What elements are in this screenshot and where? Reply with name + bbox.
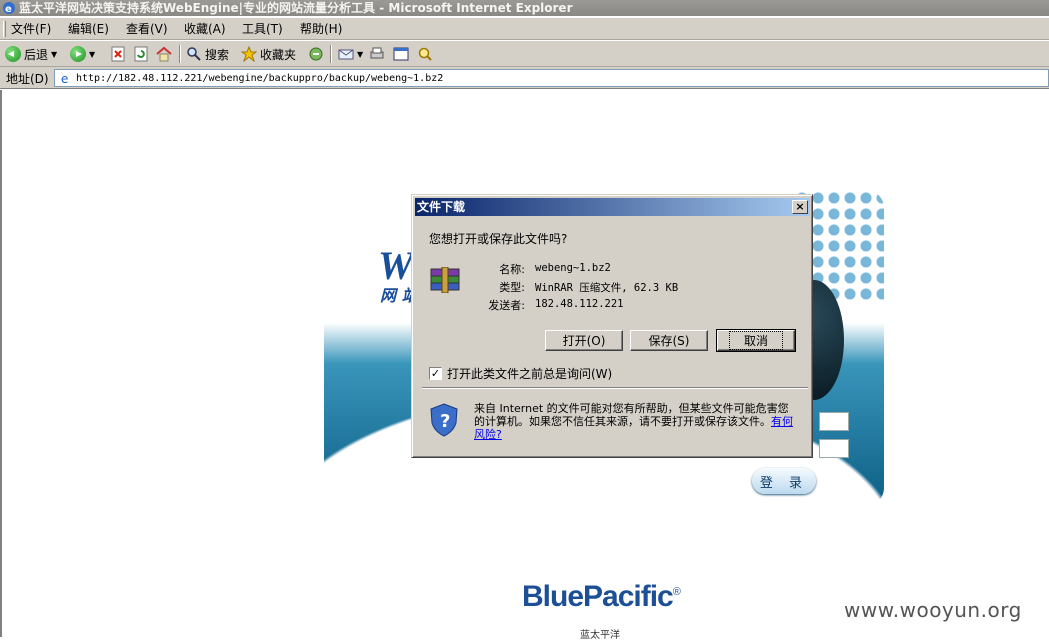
media-icon	[309, 47, 323, 61]
dialog-title-bar: 文件下载 ×	[415, 198, 810, 216]
menu-favorites[interactable]: 收藏(A)	[184, 22, 226, 36]
field-sender-value: 182.48.112.221	[535, 298, 624, 310]
svg-text:e: e	[5, 4, 12, 15]
menu-grip	[3, 21, 6, 37]
home-icon	[156, 46, 172, 62]
star-icon	[241, 46, 257, 62]
back-dropdown-icon[interactable]: ▼	[51, 50, 57, 59]
toolbar-separator	[330, 45, 332, 63]
printer-icon	[370, 47, 384, 59]
media-button[interactable]	[308, 44, 324, 64]
search-icon	[187, 47, 201, 61]
save-label: 保存(S)	[648, 334, 690, 348]
forward-dropdown-icon[interactable]: ▼	[89, 50, 95, 59]
address-label: 地址(D)	[6, 72, 49, 86]
username-input[interactable]	[819, 412, 849, 431]
dialog-title: 文件下载	[417, 200, 466, 214]
search-label: 搜索	[205, 47, 230, 62]
stop-button[interactable]	[110, 44, 126, 64]
favorites-label: 收藏夹	[260, 47, 297, 62]
field-sender-label: 发送者:	[488, 299, 525, 312]
file-download-dialog: 文件下载 × 您想打开或保存此文件吗? 名称: webeng~1.bz2 类型:…	[411, 194, 813, 458]
warning-text: 来自 Internet 的文件可能对您有所帮助，但某些文件可能危害您的计算机。如…	[474, 402, 789, 428]
svg-text:?: ?	[440, 411, 450, 432]
cancel-label: 取消	[728, 331, 783, 350]
back-button[interactable]: 后退 ▼	[5, 44, 57, 64]
mail-button[interactable]: ▼	[338, 44, 363, 64]
logo-subtitle: 蓝太平洋	[580, 630, 620, 641]
forward-arrow-icon	[70, 46, 86, 62]
cancel-button[interactable]: 取消	[716, 329, 796, 352]
menu-help[interactable]: 帮助(H)	[300, 22, 342, 36]
mail-dropdown-icon[interactable]: ▼	[357, 50, 363, 59]
favorites-button[interactable]: 收藏夹	[241, 44, 296, 64]
mail-icon	[338, 49, 354, 60]
ie-app-icon: e	[3, 2, 15, 15]
field-name-value: webeng~1.bz2	[535, 262, 611, 274]
menu-file[interactable]: 文件(F)	[11, 22, 51, 36]
bluepacific-logo: BluePacific®	[522, 580, 681, 614]
shield-icon: ?	[430, 403, 458, 437]
close-icon: ×	[795, 200, 805, 213]
forward-button[interactable]: ▼	[70, 44, 95, 64]
refresh-button[interactable]	[133, 44, 149, 64]
toolbar: 后退 ▼ ▼ 搜索 收藏夹 ▼	[0, 41, 1049, 67]
research-button[interactable]	[417, 44, 433, 64]
refresh-icon	[134, 46, 148, 62]
close-button[interactable]: ×	[792, 200, 808, 214]
window-title: 蓝太平洋网站决策支持系统WebEngine|专业的网站流量分析工具 - Micr…	[19, 1, 573, 15]
field-type-label: 类型:	[499, 281, 525, 294]
always-ask-checkbox[interactable]: ✓	[429, 367, 442, 380]
registered-mark: ®	[672, 586, 681, 598]
password-input[interactable]	[819, 439, 849, 458]
menu-tools[interactable]: 工具(T)	[242, 22, 283, 36]
home-button[interactable]	[156, 44, 172, 64]
stop-icon	[111, 46, 125, 62]
always-ask-row[interactable]: ✓ 打开此类文件之前总是询问(W)	[429, 365, 612, 382]
menu-bar: 文件(F) 编辑(E) 查看(V) 收藏(A) 工具(T) 帮助(H)	[0, 18, 1049, 40]
edit-button[interactable]	[393, 44, 409, 64]
svg-text:e: e	[61, 72, 69, 86]
search-button[interactable]: 搜索	[186, 44, 229, 64]
page-ie-icon: e	[58, 70, 73, 86]
back-label: 后退	[24, 47, 49, 62]
back-arrow-icon	[5, 46, 21, 62]
address-url: http://182.48.112.221/webengine/backuppr…	[76, 72, 444, 84]
menu-view[interactable]: 查看(V)	[126, 22, 168, 36]
menu-edit[interactable]: 编辑(E)	[68, 22, 109, 36]
print-button[interactable]	[369, 44, 385, 64]
save-button[interactable]: 保存(S)	[630, 330, 708, 351]
watermark: www.wooyun.org	[844, 598, 1022, 622]
field-type-value: WinRAR 压缩文件, 62.3 KB	[535, 282, 679, 294]
dialog-divider	[422, 387, 808, 389]
logo-text: BluePacific	[522, 580, 674, 613]
open-label: 打开(O)	[562, 334, 606, 348]
open-button[interactable]: 打开(O)	[545, 330, 623, 351]
login-button[interactable]: 登 录	[752, 468, 816, 494]
security-warning: 来自 Internet 的文件可能对您有所帮助，但某些文件可能危害您的计算机。如…	[474, 402, 794, 441]
research-icon	[418, 47, 432, 61]
edit-page-icon	[393, 47, 409, 61]
window-title-bar: e 蓝太平洋网站决策支持系统WebEngine|专业的网站流量分析工具 - Mi…	[0, 0, 1049, 16]
dialog-question: 您想打开或保存此文件吗?	[429, 232, 568, 246]
address-bar: 地址(D) e http://182.48.112.221/webengine/…	[0, 67, 1049, 89]
always-ask-label: 打开此类文件之前总是询问(W)	[447, 367, 613, 381]
address-input[interactable]: e http://182.48.112.221/webengine/backup…	[54, 69, 1049, 87]
toolbar-separator	[179, 45, 181, 63]
field-name-label: 名称:	[499, 263, 525, 276]
